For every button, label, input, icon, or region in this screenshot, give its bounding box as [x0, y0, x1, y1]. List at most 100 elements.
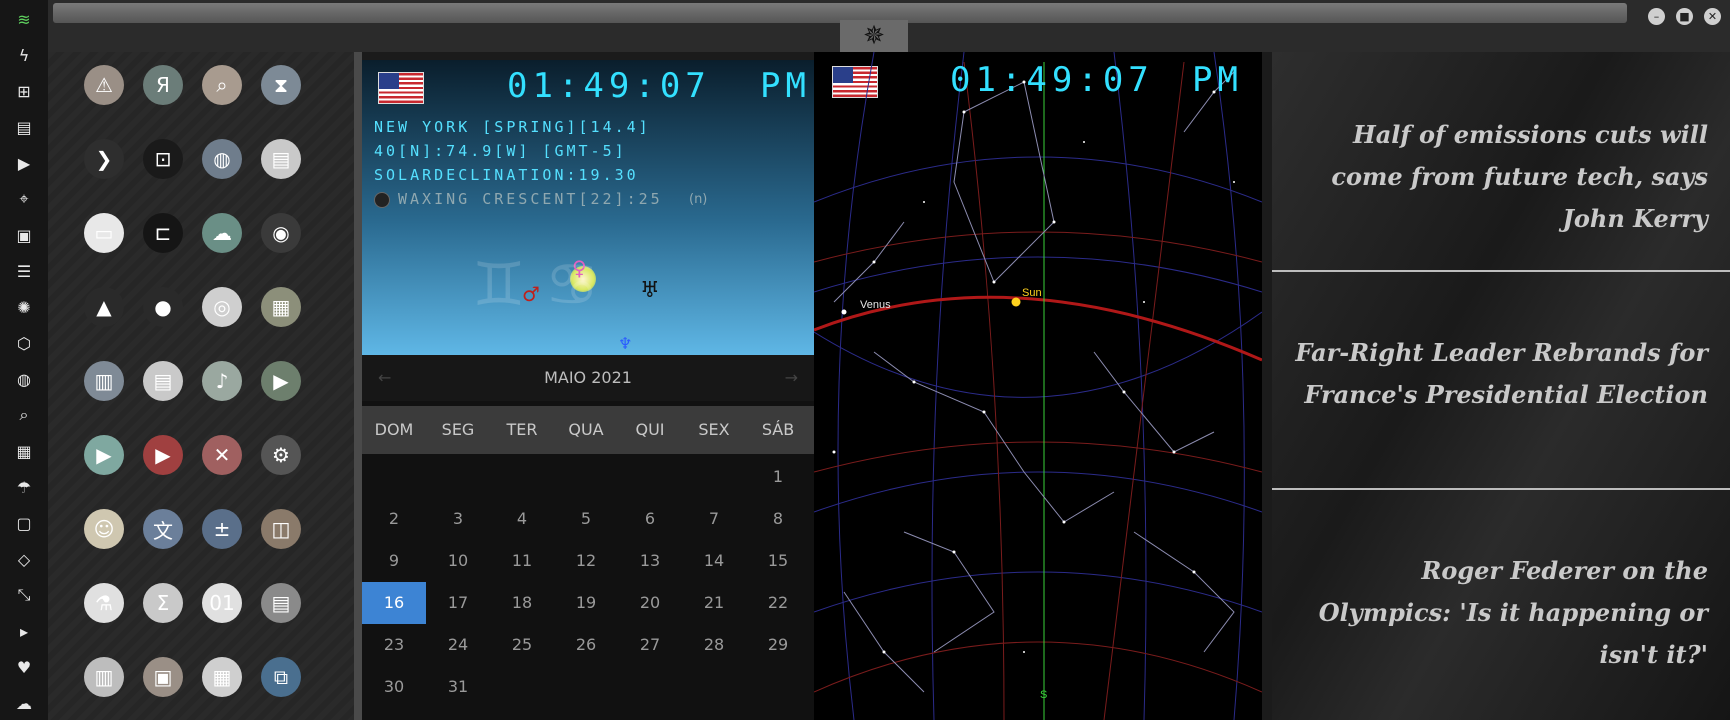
maximize-button[interactable]: ■: [1676, 8, 1693, 25]
calendar-day-selected[interactable]: 16: [362, 582, 426, 624]
terminal-icon[interactable]: ⊡: [143, 139, 183, 179]
fullscreen-icon[interactable]: ⤡: [10, 581, 38, 609]
picture-icon[interactable]: ▣: [143, 657, 183, 697]
headline-2[interactable]: Far-Right Leader Rebrands for France's P…: [1288, 332, 1708, 416]
calendar-day[interactable]: 31: [426, 666, 490, 708]
maps-icon[interactable]: ⌖: [10, 185, 38, 213]
weekday-label: DOM: [374, 420, 414, 439]
calendar-day[interactable]: 13: [618, 540, 682, 582]
heart-icon[interactable]: ♥: [10, 653, 38, 681]
calendar-day[interactable]: 3: [426, 498, 490, 540]
calendar-day[interactable]: 6: [618, 498, 682, 540]
close-button[interactable]: ✕: [1704, 8, 1721, 25]
contact-icon[interactable]: ▢: [10, 509, 38, 537]
calendar-day[interactable]: 4: [490, 498, 554, 540]
calendar-day[interactable]: 27: [618, 624, 682, 666]
prompt-icon[interactable]: ❯: [84, 139, 124, 179]
spreadsheet-icon[interactable]: ▤: [261, 583, 301, 623]
binary-icon[interactable]: 01: [202, 583, 242, 623]
droid-icon[interactable]: ☺: [84, 509, 124, 549]
youtube-icon[interactable]: ▸: [10, 617, 38, 645]
vscode-icon[interactable]: ⧉: [261, 657, 301, 697]
weekday-row: DOM SEG TER QUA QUI SEX SÁB: [362, 406, 814, 454]
headline-3[interactable]: Roger Federer on the Olympics: 'Is it ha…: [1288, 550, 1708, 676]
play-button-icon[interactable]: ▶: [84, 435, 124, 475]
hourglass-icon[interactable]: ⧗: [261, 65, 301, 105]
calendar-day[interactable]: 10: [426, 540, 490, 582]
github-icon[interactable]: ◉: [261, 213, 301, 253]
headline-1[interactable]: Half of emissions cuts will come from fu…: [1288, 114, 1708, 240]
calendar-day[interactable]: 17: [426, 582, 490, 624]
calendar-day[interactable]: 23: [362, 624, 426, 666]
calendar-day[interactable]: 24: [426, 624, 490, 666]
hexagon-icon[interactable]: ⬡: [10, 329, 38, 357]
image-icon[interactable]: ▣: [10, 221, 38, 249]
archive-icon[interactable]: ▤: [10, 113, 38, 141]
prev-month-button[interactable]: ←: [378, 355, 391, 401]
sky-map[interactable]: 01:49:07 PM Venus Sun S: [814, 52, 1262, 720]
cloud-lock-icon[interactable]: ☁: [202, 213, 242, 253]
calendar-day[interactable]: 19: [554, 582, 618, 624]
web-globe-icon[interactable]: ◍: [202, 139, 242, 179]
calendar-day[interactable]: 1: [746, 456, 810, 498]
close-circle-icon[interactable]: ✕: [202, 435, 242, 475]
gears-icon[interactable]: ⚙: [261, 435, 301, 475]
calendar-day[interactable]: 20: [618, 582, 682, 624]
minimize-button[interactable]: –: [1648, 8, 1665, 25]
calendar-day[interactable]: 9: [362, 540, 426, 582]
calendar-day[interactable]: 29: [746, 624, 810, 666]
map-icon[interactable]: ▦: [10, 437, 38, 465]
magnifier-icon[interactable]: ⌕: [202, 65, 242, 105]
code-icon[interactable]: ◇: [10, 545, 38, 573]
calendar-day[interactable]: 25: [490, 624, 554, 666]
document-icon[interactable]: ▥: [84, 657, 124, 697]
starfleet-icon[interactable]: ▲: [84, 287, 124, 327]
calendar-day[interactable]: 12: [554, 540, 618, 582]
wikipedia-icon[interactable]: ◎: [202, 287, 242, 327]
calendar-day[interactable]: 8: [746, 498, 810, 540]
calendar-day[interactable]: 21: [682, 582, 746, 624]
yandex-icon[interactable]: Я: [143, 65, 183, 105]
video-icon[interactable]: ▶: [261, 361, 301, 401]
camera-icon[interactable]: ◫: [261, 509, 301, 549]
play-circle-icon[interactable]: ▶: [10, 149, 38, 177]
search-icon[interactable]: ⌕: [10, 401, 38, 429]
calculator-icon[interactable]: ±: [202, 509, 242, 549]
wifi-icon[interactable]: ≋: [10, 5, 38, 33]
calendar-day[interactable]: 11: [490, 540, 554, 582]
calendar-day[interactable]: 28: [682, 624, 746, 666]
calendar-day[interactable]: 30: [362, 666, 426, 708]
world-map-icon[interactable]: ▦: [261, 287, 301, 327]
printer-icon[interactable]: ▤: [261, 139, 301, 179]
uranus-icon: ♅: [640, 278, 660, 303]
death-star-icon[interactable]: ●: [143, 287, 183, 327]
bed-icon[interactable]: ⊏: [143, 213, 183, 253]
translate-icon[interactable]: 文: [143, 509, 183, 549]
calendar-day[interactable]: 7: [682, 498, 746, 540]
next-month-button[interactable]: →: [785, 355, 798, 401]
globe-icon[interactable]: ◍: [10, 365, 38, 393]
calendar-day[interactable]: 26: [554, 624, 618, 666]
windows-icon[interactable]: ⊞: [10, 77, 38, 105]
calendar-day[interactable]: 18: [490, 582, 554, 624]
flask-icon[interactable]: ⚗: [84, 583, 124, 623]
rebel-logo-icon[interactable]: ✵: [840, 20, 908, 52]
news-icon[interactable]: ☰: [10, 257, 38, 285]
umbrella-icon[interactable]: ☂: [10, 473, 38, 501]
calendar-day[interactable]: 2: [362, 498, 426, 540]
window-icon[interactable]: ▭: [84, 213, 124, 253]
bolt-icon[interactable]: ϟ: [10, 41, 38, 69]
warning-icon[interactable]: ⚠: [84, 65, 124, 105]
sigma-icon[interactable]: Σ: [143, 583, 183, 623]
calendar-day[interactable]: 15: [746, 540, 810, 582]
music-icon[interactable]: ♪: [202, 361, 242, 401]
presentation-icon[interactable]: ▦: [202, 657, 242, 697]
docs-icon[interactable]: ▥: [84, 361, 124, 401]
media-play-icon[interactable]: ▶: [143, 435, 183, 475]
calendar-day[interactable]: 14: [682, 540, 746, 582]
calendar-day[interactable]: 22: [746, 582, 810, 624]
calendar-day[interactable]: 5: [554, 498, 618, 540]
aperture-icon[interactable]: ✺: [10, 293, 38, 321]
notes-icon[interactable]: ▤: [143, 361, 183, 401]
cloud-icon[interactable]: ☁: [10, 689, 38, 717]
